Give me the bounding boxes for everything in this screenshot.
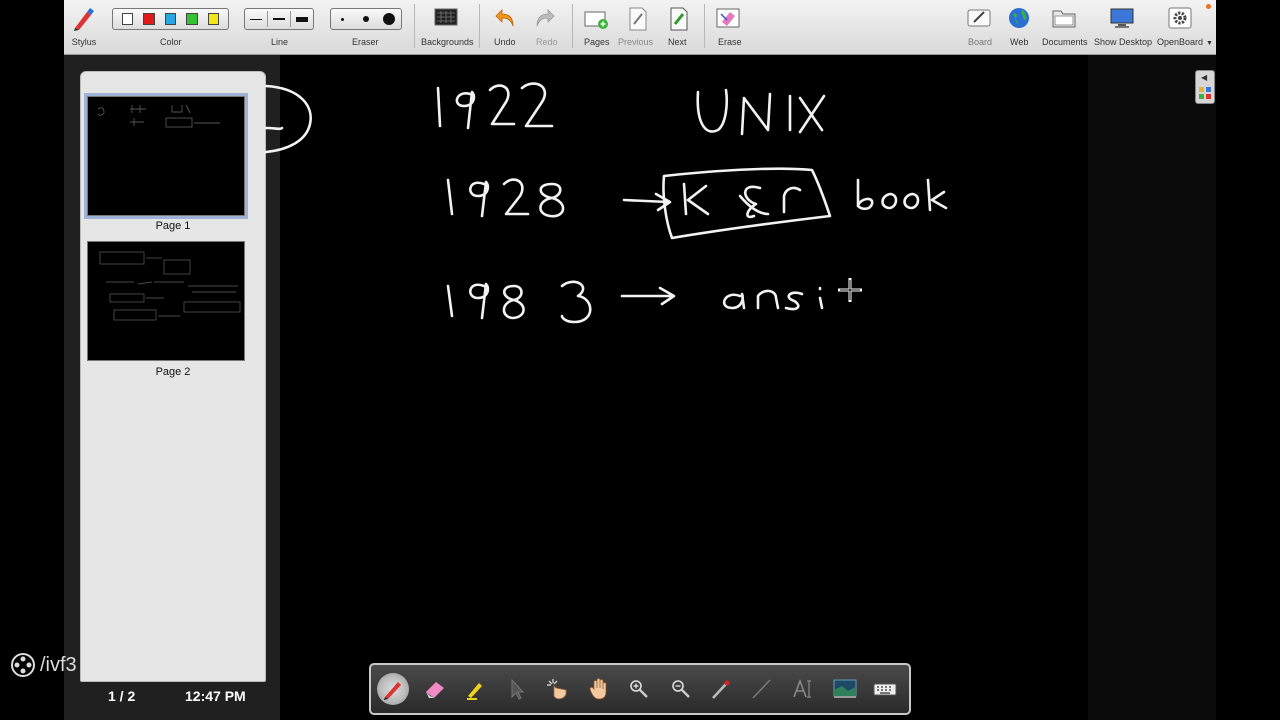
documents-label: Documents — [1042, 37, 1088, 47]
pages-icon — [584, 11, 608, 29]
top-toolbar: Stylus Color Line Eraser Backgrounds Und… — [64, 0, 1216, 55]
board-label: Board — [968, 37, 993, 47]
laser-pointer-icon — [712, 680, 730, 699]
chevron-left-icon: ◀ — [1201, 73, 1208, 82]
color-label: Color — [160, 37, 182, 47]
collapse-library-panel-button[interactable]: ◀ — [1195, 70, 1215, 104]
settings-gear-icon — [1168, 7, 1192, 29]
page-indicator: 1 / 2 — [108, 688, 136, 704]
whiteboard-canvas[interactable] — [280, 55, 1088, 720]
backgrounds-label: Backgrounds — [421, 37, 474, 47]
interact-tool[interactable] — [541, 673, 573, 705]
stylus-button[interactable]: Stylus — [64, 0, 104, 54]
redo-label: Redo — [536, 37, 558, 47]
show-desktop-label: Show Desktop — [1094, 37, 1153, 47]
page-1-preview — [97, 104, 220, 128]
watermark-text: /ivf3 — [40, 653, 77, 676]
eraser-tool[interactable] — [419, 673, 451, 705]
zoom-out-tool[interactable] — [665, 673, 697, 705]
selector-icon — [511, 678, 525, 700]
selector-tool[interactable] — [501, 673, 533, 705]
line-label: Line — [271, 37, 289, 47]
erase-board-icon — [716, 8, 740, 28]
web-button[interactable]: Web — [1004, 0, 1034, 54]
right-margin — [1088, 55, 1216, 720]
undo-button[interactable]: Undo — [488, 0, 522, 54]
capture-tool[interactable] — [829, 673, 861, 705]
page-2-label: Page 2 — [155, 366, 191, 378]
web-label: Web — [1010, 37, 1029, 47]
text-tool[interactable] — [787, 673, 819, 705]
pages-button[interactable]: Pages — [580, 0, 612, 54]
next-label: Next — [668, 37, 687, 47]
previous-label: Previous — [618, 37, 654, 47]
zoom-in-icon — [630, 680, 648, 698]
tool-palette — [369, 663, 911, 715]
pages-panel: Page 1 Page 2 — [80, 71, 266, 682]
pages-label: Pages — [584, 37, 610, 47]
redo-button[interactable]: Redo — [528, 0, 562, 54]
erase-label: Erase — [718, 37, 742, 47]
board-icon — [967, 9, 991, 27]
zoom-out-icon — [672, 680, 690, 698]
capture-icon — [833, 679, 857, 698]
pen-tool[interactable] — [377, 673, 409, 705]
keyboard-tool[interactable] — [869, 673, 901, 705]
eraser-label: Eraser — [352, 37, 379, 47]
film-reel-icon — [11, 653, 35, 677]
page-2-preview — [99, 251, 241, 321]
page-thumbnail-2[interactable] — [87, 241, 245, 361]
board-button[interactable]: Board — [962, 0, 996, 54]
notification-dot-icon — [1206, 4, 1211, 9]
page-1-label: Page 1 — [155, 220, 191, 232]
undo-icon — [495, 9, 514, 27]
openboard-label: OpenBoard — [1157, 37, 1204, 47]
keyboard-icon — [873, 683, 897, 696]
openboard-button[interactable]: OpenBoard — [1156, 0, 1204, 54]
previous-button[interactable]: Previous — [618, 0, 658, 54]
interact-icon — [547, 679, 567, 700]
stylus-label: Stylus — [71, 37, 97, 47]
library-icon — [1199, 87, 1211, 99]
next-page-icon — [670, 7, 688, 31]
text-icon — [793, 678, 811, 698]
hand-tool[interactable] — [583, 673, 615, 705]
redo-icon — [536, 9, 555, 27]
toolbar-menu-arrow-icon[interactable]: ▼ — [1206, 40, 1213, 47]
documents-button[interactable]: Documents — [1040, 0, 1088, 54]
next-button[interactable]: Next — [664, 0, 694, 54]
globe-icon — [1009, 8, 1029, 28]
stylus-icon — [74, 8, 94, 31]
undo-label: Undo — [494, 37, 516, 47]
previous-page-icon — [629, 7, 647, 31]
page-thumbnail-1[interactable] — [84, 93, 248, 219]
backgrounds-button[interactable]: Backgrounds — [421, 0, 474, 54]
eraser-icon — [426, 682, 444, 698]
show-desktop-button[interactable]: Show Desktop — [1094, 0, 1153, 54]
folder-icon — [1052, 10, 1076, 28]
backgrounds-icon — [434, 8, 458, 26]
zoom-in-tool[interactable] — [623, 673, 655, 705]
watermark: /ivf3 — [10, 652, 77, 678]
hand-icon — [589, 678, 607, 700]
laser-pointer-tool[interactable] — [705, 673, 737, 705]
monitor-icon — [1110, 8, 1134, 28]
line-icon — [752, 679, 771, 699]
erase-button[interactable]: Erase — [712, 0, 744, 54]
clock: 12:47 PM — [185, 688, 246, 704]
highlighter-tool[interactable] — [459, 673, 491, 705]
line-tool[interactable] — [745, 673, 777, 705]
pen-icon — [384, 682, 401, 700]
highlighter-icon — [467, 683, 482, 700]
